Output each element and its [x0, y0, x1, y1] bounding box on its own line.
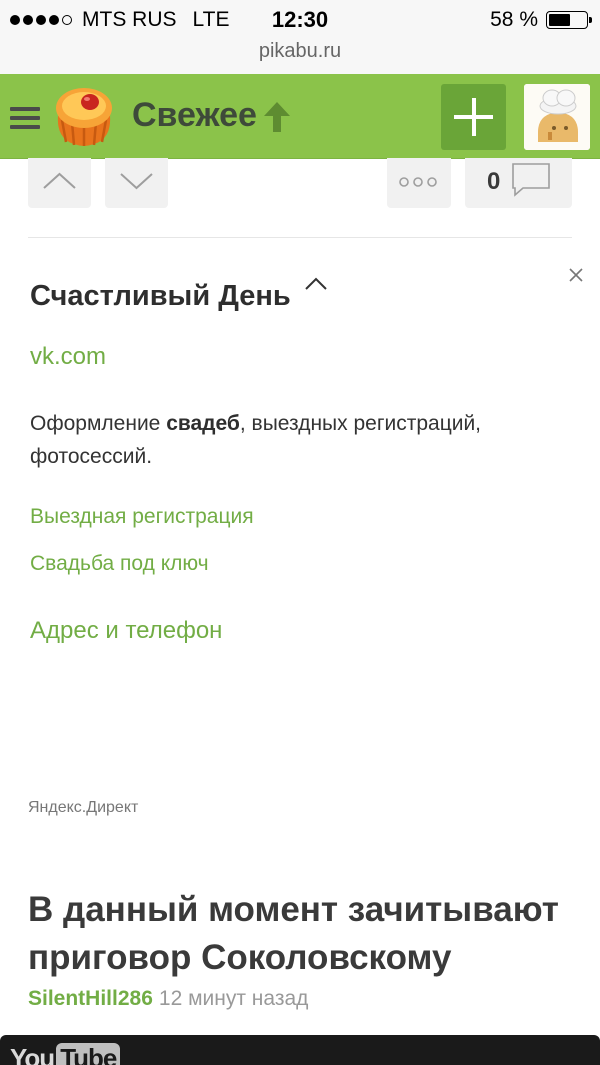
ad-description-bold: свадеб — [166, 412, 240, 435]
video-embed[interactable]: You Tube — [0, 1035, 600, 1065]
more-dots-icon — [399, 177, 437, 187]
downvote-icon — [120, 173, 153, 190]
post-title[interactable]: В данный момент зачитывают приговор Соко… — [28, 886, 578, 982]
status-bar: MTS RUS LTE 12:30 58 % — [0, 0, 600, 38]
ad-source-label[interactable]: Яндекс.Директ — [28, 799, 138, 817]
youtube-logo-you: You — [10, 1043, 55, 1065]
ad-domain-link[interactable]: vk.com — [30, 343, 106, 371]
pikabu-logo[interactable] — [52, 86, 116, 148]
divider — [28, 237, 572, 238]
battery-percent: 58 % — [490, 8, 538, 31]
menu-icon[interactable] — [10, 107, 40, 129]
youtube-logo-tube: Tube — [56, 1043, 121, 1065]
battery-icon — [546, 11, 592, 29]
ad-title[interactable]: Счастливый День — [30, 280, 291, 313]
post-meta: SilentHill286 12 минут назад — [28, 987, 308, 1011]
youtube-logo: You Tube — [10, 1043, 121, 1065]
upvote-icon — [43, 172, 76, 189]
downvote-button[interactable] — [105, 158, 168, 208]
comment-icon — [512, 163, 550, 197]
post-author-link[interactable]: SilentHill286 — [28, 987, 153, 1010]
ad-description: Оформление свадеб, выездных регистраций,… — [30, 407, 550, 473]
ad-description-prefix: Оформление — [30, 412, 167, 435]
section-title[interactable]: Свежее — [132, 96, 257, 135]
comments-button[interactable]: 0 — [465, 158, 572, 208]
url-domain: pikabu.ru — [258, 40, 342, 62]
chevron-up-icon[interactable] — [303, 276, 329, 292]
site-header: Свежее — [0, 74, 600, 159]
arrow-up-icon[interactable] — [262, 100, 292, 134]
address-bar[interactable]: pikabu.ru — [0, 38, 600, 74]
ad-address-link[interactable]: Адрес и телефон — [30, 617, 222, 645]
upvote-button[interactable] — [28, 158, 91, 208]
ad-sitelink[interactable]: Свадьба под ключ — [30, 552, 209, 576]
add-post-button[interactable] — [441, 84, 506, 150]
status-right: 58 % — [490, 8, 592, 32]
avatar[interactable] — [524, 84, 590, 150]
post-time: 12 минут назад — [158, 987, 309, 1010]
comment-count: 0 — [487, 168, 501, 195]
close-ad-icon[interactable] — [567, 266, 585, 284]
more-button[interactable] — [387, 158, 451, 208]
ad-sitelink[interactable]: Выездная регистрация — [30, 505, 254, 529]
